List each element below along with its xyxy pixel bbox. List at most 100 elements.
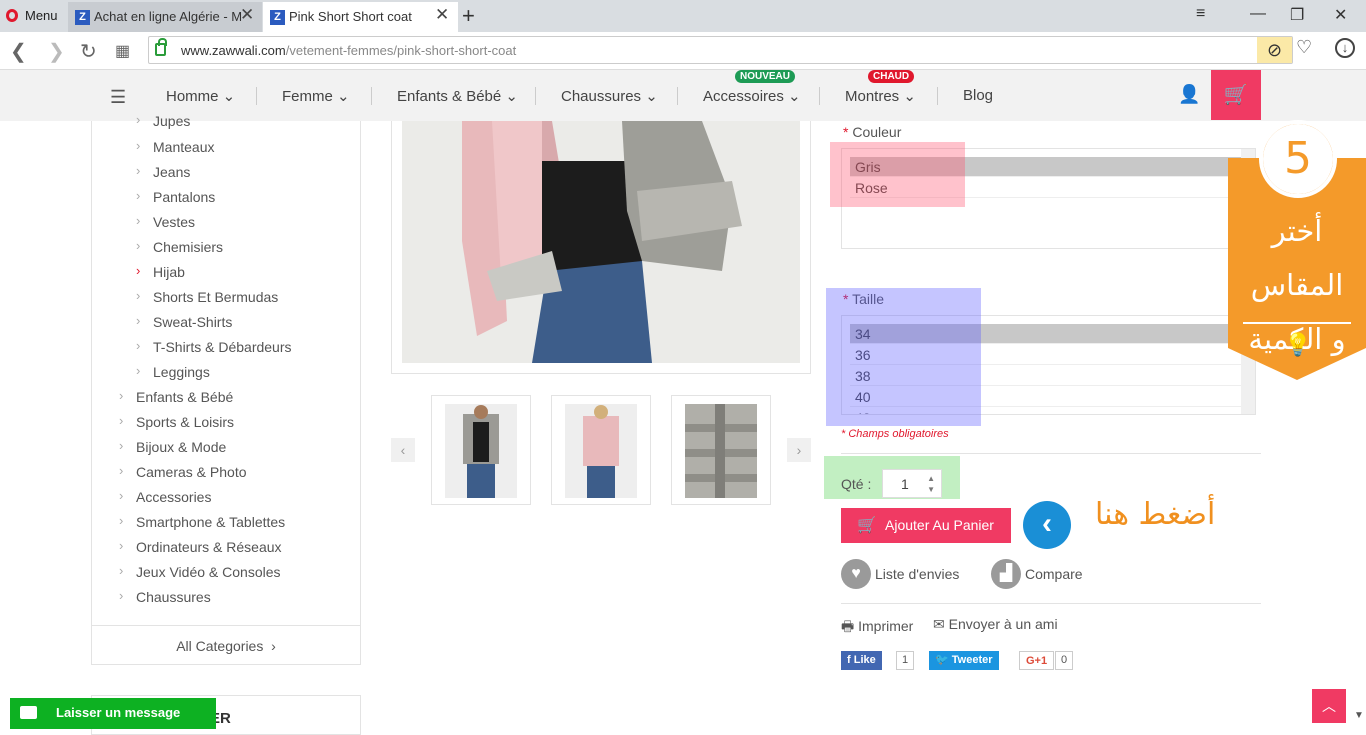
chevron-right-icon: › (136, 213, 141, 228)
add-to-cart-label: Ajouter Au Panier (885, 517, 994, 533)
speed-dial-icon[interactable]: ▦ (115, 41, 130, 61)
cart-icon: 🛒 (1223, 84, 1249, 106)
google-plus-button[interactable]: G+1 (1019, 651, 1055, 670)
reload-icon[interactable]: ↻ (80, 39, 97, 64)
print-link[interactable]: 🖶 Imprimer (841, 616, 913, 640)
chevron-right-icon: › (136, 288, 141, 303)
sidebar-item-leggings[interactable]: › Leggings (136, 363, 210, 380)
sidebar-cat-jeux[interactable]: › Jeux Vidéo & Consoles (119, 563, 281, 580)
thumbnail-2[interactable] (551, 395, 651, 505)
chevron-right-icon: › (136, 138, 141, 153)
close-window-icon[interactable]: ✕ (1334, 5, 1347, 25)
nav-femme[interactable]: Femme ⌄ (282, 87, 350, 105)
qty-up-icon[interactable]: ▲ (927, 474, 935, 483)
url-field[interactable]: www.zawwali.com/vetement-femmes/pink-sho… (148, 36, 1293, 64)
back-icon[interactable]: ❮ (10, 39, 27, 64)
all-categories-link[interactable]: All Categories › (92, 625, 360, 654)
nav-separator (256, 87, 257, 105)
opera-menu-button[interactable]: Menu (6, 8, 58, 23)
thumbnail-3[interactable] (671, 395, 771, 505)
compare-icon[interactable]: ▟ (991, 559, 1021, 589)
facebook-like-button[interactable]: f Like (841, 651, 882, 670)
sidebar-cat-smartphone[interactable]: › Smartphone & Tablettes (119, 513, 285, 530)
chevron-right-icon: › (119, 538, 124, 553)
thumb-next-button[interactable]: › (787, 438, 811, 462)
adblock-icon[interactable]: ⊘ (1257, 37, 1292, 63)
new-tab-icon[interactable]: + (462, 3, 475, 29)
thumb-detail-illustration (685, 404, 757, 498)
arrow-left-circle-icon: ‹ (1023, 501, 1071, 549)
sidebar-cat-enfants[interactable]: › Enfants & Bébé (119, 388, 233, 405)
back-to-top-button[interactable]: ︿ (1312, 689, 1346, 723)
sidebar-item-sweat-shirts[interactable]: › Sweat-Shirts (136, 313, 232, 330)
tweet-button[interactable]: 🐦 Tweeter (929, 651, 999, 670)
thumb-back-illustration (565, 404, 637, 498)
sidebar-item-jeans[interactable]: › Jeans (136, 163, 190, 180)
highlight-size-overlay (826, 288, 981, 426)
sidebar-item-jupes[interactable]: › Jupes (136, 112, 190, 129)
nav-accessoires[interactable]: Accessoires ⌄ (703, 87, 801, 105)
chevron-right-icon: › (119, 463, 124, 478)
tab-menu-icon[interactable]: ≡ (1196, 5, 1205, 23)
qty-value: 1 (901, 476, 909, 492)
address-bar-row: ❮ ❯ ↻ ▦ www.zawwali.com/vetement-femmes/… (0, 32, 1366, 70)
chat-label: Laisser un message (56, 705, 181, 720)
sidebar-item-tshirts[interactable]: › T-Shirts & Débardeurs (136, 338, 292, 355)
qty-down-icon[interactable]: ▼ (927, 485, 935, 494)
sidebar-item-chemisiers[interactable]: › Chemisiers (136, 238, 223, 255)
forward-icon[interactable]: ❯ (48, 39, 65, 64)
nav-homme[interactable]: Homme ⌄ (166, 87, 235, 105)
menu-label: Menu (25, 8, 58, 23)
hamburger-menu-icon[interactable]: ☰ (110, 87, 126, 108)
compare-link[interactable]: Compare (1025, 566, 1083, 582)
nav-enfants-bebe[interactable]: Enfants & Bébé ⌄ (397, 87, 518, 105)
nav-blog[interactable]: Blog (963, 87, 993, 104)
sidebar-cat-ordinateurs[interactable]: › Ordinateurs & Réseaux (119, 538, 282, 555)
chat-message-button[interactable]: Laisser un message (10, 698, 216, 729)
facebook-count: 1 (896, 651, 915, 670)
sidebar-item-vestes[interactable]: › Vestes (136, 213, 195, 230)
sidebar-cat-accessories[interactable]: › Accessories (119, 488, 211, 505)
sidebar-cat-bijoux[interactable]: › Bijoux & Mode (119, 438, 226, 455)
quantity-stepper[interactable]: 1 ▲ ▼ (882, 469, 942, 498)
chevron-right-icon: › (136, 313, 141, 328)
close-tab-icon[interactable]: ✕ (435, 5, 449, 25)
jacket-photo-illustration (402, 121, 800, 363)
send-friend-link[interactable]: ✉ Envoyer à un ami (933, 616, 1058, 633)
chevron-right-icon: › (136, 188, 141, 203)
download-icon[interactable]: ↓ (1335, 38, 1355, 58)
chevron-right-icon: › (136, 163, 141, 178)
step-circle: 5 (1259, 120, 1337, 198)
nav-chaussures[interactable]: Chaussures ⌄ (561, 87, 658, 105)
tab-pink-short-coat[interactable]: Z Pink Short Short coat (263, 2, 458, 32)
page-scroll-down-icon[interactable]: ▼ (1354, 710, 1364, 721)
tab-achat[interactable]: Z Achat en ligne Algérie - M (68, 2, 262, 32)
sidebar-item-shorts[interactable]: › Shorts Et Bermudas (136, 288, 278, 305)
sidebar-item-manteaux[interactable]: › Manteaux (136, 138, 214, 155)
sidebar-cat-sports[interactable]: › Sports & Loisirs (119, 413, 234, 430)
chevron-right-icon: › (136, 363, 141, 378)
cart-button[interactable]: 🛒 (1211, 70, 1261, 120)
chevron-right-icon: › (119, 388, 124, 403)
heart-icon[interactable]: ♥ (841, 559, 871, 589)
bookmark-heart-icon[interactable]: ♡ (1296, 37, 1312, 58)
thumbnail-image (565, 404, 637, 498)
thumbnail-1[interactable] (431, 395, 531, 505)
add-to-cart-button[interactable]: 🛒 Ajouter Au Panier (841, 508, 1011, 543)
thumb-prev-button[interactable]: ‹ (391, 438, 415, 462)
maximize-icon[interactable]: ❐ (1290, 5, 1304, 25)
product-photo[interactable] (402, 121, 800, 363)
sidebar-cat-chaussures[interactable]: › Chaussures (119, 588, 211, 605)
sidebar-cat-cameras[interactable]: › Cameras & Photo (119, 463, 247, 480)
nav-montres[interactable]: Montres ⌄ (845, 87, 916, 105)
divider (841, 603, 1261, 604)
sidebar-item-pantalons[interactable]: › Pantalons (136, 188, 215, 205)
close-tab-icon[interactable]: ✕ (240, 5, 254, 25)
sidebar-item-hijab[interactable]: › Hijab (136, 263, 185, 280)
minimize-icon[interactable]: — (1250, 5, 1266, 23)
chevron-right-icon: › (119, 588, 124, 603)
user-account-icon[interactable]: 👤 (1178, 84, 1200, 105)
google-plus-count: 0 (1055, 651, 1074, 670)
lightbulb-icon: 💡 (1284, 332, 1312, 357)
wishlist-link[interactable]: Liste d'envies (875, 566, 959, 582)
